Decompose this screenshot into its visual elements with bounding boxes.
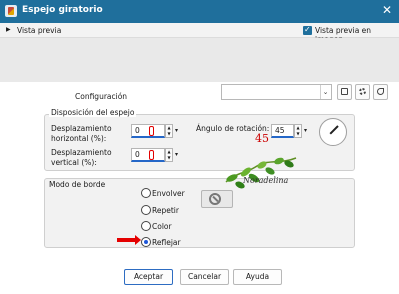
reflect-radio[interactable] — [141, 237, 151, 247]
window-title: Espejo giratorio — [22, 5, 103, 15]
no-color-icon — [209, 193, 221, 205]
vertical-offset-label: Desplazamiento vertical (%): — [51, 148, 112, 167]
leaf-vine-icon — [225, 157, 297, 189]
title-bar: Espejo giratorio ✕ — [0, 0, 399, 23]
red-highlight-mark — [149, 126, 154, 136]
horizontal-offset-spinner[interactable]: ▲ ▼ — [165, 124, 173, 138]
angle-annotation: 45 — [255, 132, 269, 145]
cancel-button[interactable]: Cancelar — [180, 269, 229, 285]
vertical-offset-dropdown-icon[interactable]: ▾ — [175, 151, 178, 158]
color-radio[interactable] — [141, 221, 151, 231]
repeat-radio[interactable] — [141, 205, 151, 215]
help-button[interactable]: Ayuda — [233, 269, 282, 285]
rotation-angle-dropdown-icon[interactable]: ▾ — [304, 127, 307, 134]
red-arrow-icon — [117, 235, 141, 245]
horizontal-offset-input[interactable]: 0 — [131, 124, 165, 138]
reset-icon — [377, 88, 384, 95]
edge-mode-title: Modo de borde — [49, 180, 106, 189]
watermark-text: Noradelina — [243, 176, 289, 185]
preview-image-checkbox[interactable] — [303, 25, 312, 35]
preview-toolbar: ▶ Vista previa Vista previa en imagen — [0, 23, 399, 44]
save-preset-button[interactable] — [337, 84, 352, 100]
color-label[interactable]: Color — [152, 222, 172, 231]
mirror-layout-title: Disposición del espejo — [49, 108, 137, 117]
red-highlight-mark — [149, 150, 154, 160]
wrap-radio[interactable] — [141, 188, 151, 198]
accept-button[interactable]: Aceptar — [124, 269, 173, 285]
rotation-angle-input[interactable]: 45 — [271, 124, 294, 138]
chevron-right-icon[interactable]: ▶ — [6, 26, 11, 33]
settings-button[interactable] — [355, 84, 370, 100]
wrap-label[interactable]: Envolver — [152, 189, 185, 198]
vertical-offset-input[interactable]: 0 — [131, 148, 165, 162]
preset-select[interactable]: ⌄ — [221, 84, 332, 100]
reflect-label[interactable]: Reflejar — [152, 238, 181, 247]
reset-button[interactable] — [373, 84, 388, 100]
angle-dial[interactable] — [319, 118, 347, 146]
horizontal-offset-label: Desplazamiento horizontal (%): — [51, 124, 112, 143]
save-icon — [341, 88, 348, 95]
config-label: Configuración — [75, 92, 128, 101]
preview-label[interactable]: Vista previa — [17, 26, 61, 35]
close-icon[interactable]: ✕ — [382, 3, 392, 17]
repeat-label[interactable]: Repetir — [152, 206, 179, 215]
app-icon — [5, 5, 17, 17]
preview-area — [0, 38, 399, 82]
horizontal-offset-dropdown-icon[interactable]: ▾ — [175, 127, 178, 134]
rotation-angle-spinner[interactable]: ▲ ▼ — [294, 124, 302, 138]
chevron-down-icon[interactable]: ⌄ — [320, 85, 330, 99]
gear-icon — [359, 88, 366, 95]
vertical-offset-spinner[interactable]: ▲ ▼ — [165, 148, 173, 162]
